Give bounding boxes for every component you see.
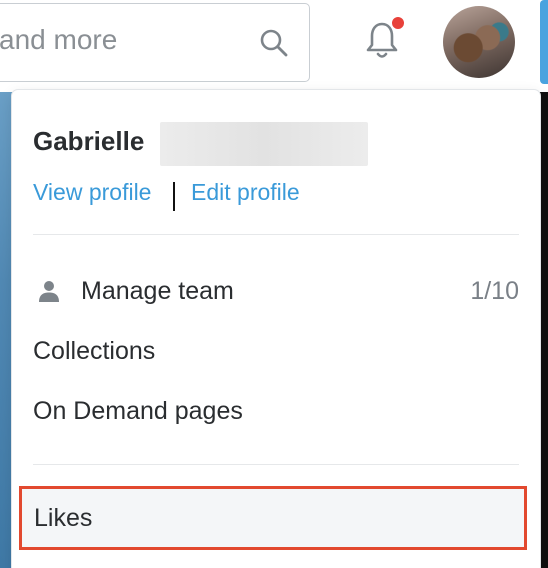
search-input[interactable]: and more — [0, 3, 310, 82]
avatar[interactable] — [443, 6, 515, 78]
collections-menu-item[interactable]: Collections — [33, 337, 155, 366]
edit-profile-link[interactable]: Edit profile — [191, 179, 300, 206]
divider — [33, 464, 519, 465]
view-profile-link[interactable]: View profile — [33, 179, 151, 206]
person-icon — [39, 281, 59, 302]
search-input-text: and more — [0, 24, 118, 55]
text-cursor — [173, 182, 175, 211]
team-count: 1/10 — [470, 277, 519, 305]
likes-menu-item[interactable]: Likes — [19, 486, 527, 550]
background-accent-top-right — [540, 0, 548, 84]
user-name: Gabrielle — [33, 126, 145, 156]
search-icon[interactable] — [257, 26, 291, 60]
manage-team-menu-item[interactable]: Manage team — [81, 277, 234, 306]
likes-label: Likes — [34, 504, 93, 532]
on-demand-pages-menu-item[interactable]: On Demand pages — [33, 397, 243, 426]
notification-badge — [390, 15, 406, 31]
redacted-surname — [160, 122, 368, 166]
profile-dropdown-menu: Gabrielle View profile Edit profile Mana… — [12, 90, 540, 568]
divider — [33, 234, 519, 235]
